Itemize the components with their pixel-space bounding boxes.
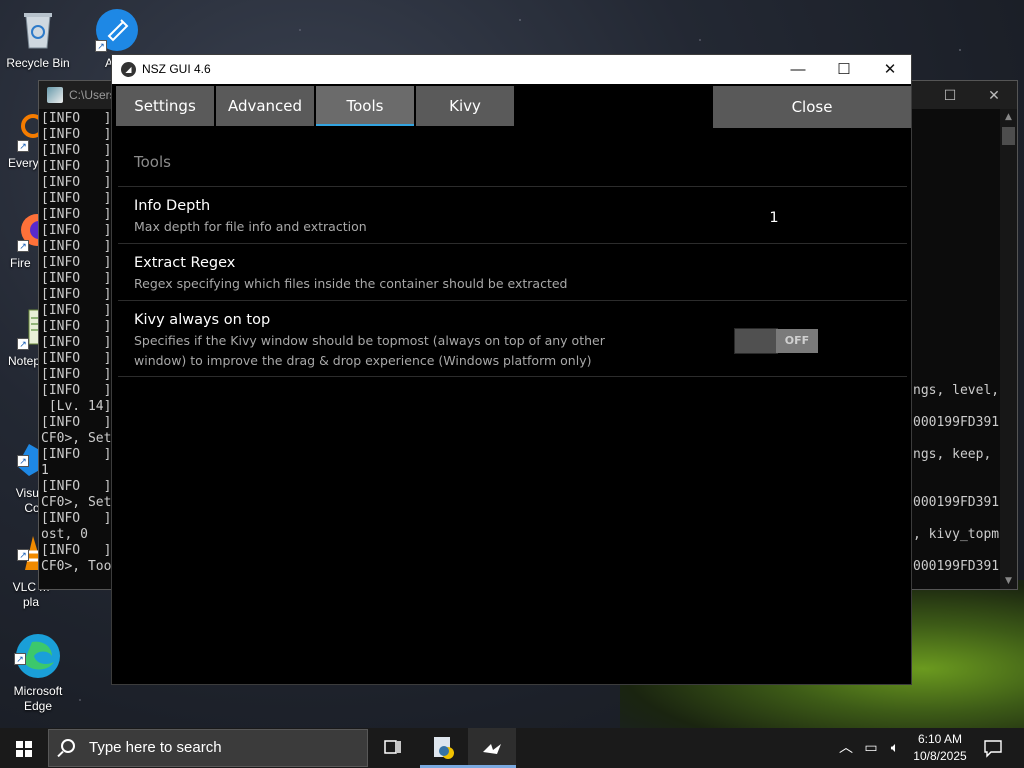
windows-logo-icon bbox=[16, 741, 32, 757]
desktop-icon-recycle-bin[interactable]: Recycle Bin bbox=[3, 8, 73, 71]
kivy-app-icon: ◢ bbox=[121, 62, 136, 77]
task-view-icon bbox=[384, 740, 401, 754]
console-output-right: ngs, level, 000199FD391 ngs, keep, 00019… bbox=[913, 383, 1000, 574]
taskbar: Type here to search ︿ ▭ 🔈︎ 6:10 AM 10/8/… bbox=[0, 728, 1024, 768]
tab-settings[interactable]: Settings bbox=[116, 86, 214, 126]
console-output-left: [INFO ] [INFO ] [INFO ] [INFO ] [INFO ] … bbox=[41, 111, 112, 574]
start-button[interactable] bbox=[0, 728, 48, 768]
taskbar-nsz-gui-app[interactable] bbox=[468, 728, 516, 768]
python-console-icon bbox=[47, 87, 63, 103]
divider bbox=[118, 300, 907, 301]
window-title: NSZ GUI 4.6 bbox=[142, 62, 211, 76]
console-maximize-button[interactable]: ☐ bbox=[927, 81, 973, 109]
nsz-gui-window[interactable]: ◢ NSZ GUI 4.6 — ☐ ✕ Settings Advanced To… bbox=[111, 54, 912, 685]
shortcut-arrow-icon: ↗ bbox=[17, 549, 29, 561]
shortcut-arrow-icon: ↗ bbox=[17, 240, 29, 252]
search-placeholder: Type here to search bbox=[89, 739, 222, 756]
scroll-up-icon[interactable]: ▲ bbox=[1000, 109, 1017, 125]
clock-date: 10/8/2025 bbox=[913, 749, 967, 763]
python-app-icon bbox=[434, 737, 454, 759]
setting-kivy-on-top-desc: Specifies if the Kivy window should be t… bbox=[134, 333, 605, 368]
console-scrollbar[interactable]: ▲ ▼ bbox=[1000, 109, 1017, 589]
desktop-icon-label: Microsoft Edge bbox=[13, 684, 63, 713]
setting-info-depth-title: Info Depth bbox=[134, 198, 211, 214]
show-hidden-icons-button[interactable]: ︿ bbox=[836, 728, 856, 768]
divider bbox=[118, 243, 907, 244]
shortcut-arrow-icon: ↗ bbox=[17, 140, 29, 152]
divider bbox=[118, 186, 907, 187]
taskbar-clock[interactable]: 6:10 AM 10/8/2025 bbox=[908, 731, 972, 765]
taskbar-python-app[interactable] bbox=[420, 728, 468, 768]
shortcut-arrow-icon: ↗ bbox=[17, 338, 29, 350]
task-view-button[interactable] bbox=[368, 728, 416, 768]
desktop-icon-label: Recycle Bin bbox=[6, 56, 70, 70]
console-title: C:\Users bbox=[69, 88, 116, 102]
toggle-state-label: OFF bbox=[776, 329, 818, 353]
close-button[interactable]: Close bbox=[713, 86, 911, 128]
setting-extract-regex-title[interactable]: Extract Regex bbox=[134, 255, 235, 271]
clock-time: 6:10 AM bbox=[917, 732, 963, 746]
taskbar-search-box[interactable]: Type here to search bbox=[48, 729, 368, 767]
tab-kivy[interactable]: Kivy bbox=[416, 86, 514, 126]
desktop-icon-microsoft-edge[interactable]: ↗ Microsoft Edge bbox=[3, 602, 73, 729]
scroll-down-icon[interactable]: ▼ bbox=[1000, 573, 1017, 589]
scroll-thumb[interactable] bbox=[1002, 127, 1015, 145]
close-window-button[interactable]: ✕ bbox=[867, 55, 913, 84]
recycle-bin-icon bbox=[16, 8, 60, 52]
setting-extract-regex-desc: Regex specifying which files inside the … bbox=[134, 276, 568, 291]
console-close-button[interactable]: ✕ bbox=[971, 81, 1017, 109]
maximize-button[interactable]: ☐ bbox=[821, 55, 867, 84]
kivy-app-icon bbox=[483, 744, 501, 754]
minimize-button[interactable]: — bbox=[775, 55, 821, 84]
divider bbox=[118, 376, 907, 377]
shortcut-arrow-icon: ↗ bbox=[17, 455, 29, 467]
volume-icon[interactable]: 🔈︎ bbox=[884, 728, 906, 768]
network-icon[interactable]: ▭ bbox=[860, 728, 882, 768]
action-center-button[interactable] bbox=[978, 728, 1008, 768]
window-titlebar[interactable]: ◢ NSZ GUI 4.6 — ☐ ✕ bbox=[112, 55, 911, 84]
kivy-on-top-toggle[interactable]: OFF bbox=[734, 328, 818, 354]
setting-kivy-on-top-title: Kivy always on top bbox=[134, 312, 271, 328]
info-depth-value[interactable]: 1 bbox=[762, 210, 786, 226]
section-title: Tools bbox=[134, 153, 171, 171]
edge-icon: ↗ bbox=[14, 617, 62, 678]
shortcut-arrow-icon: ↗ bbox=[95, 40, 107, 52]
tab-advanced[interactable]: Advanced bbox=[216, 86, 314, 126]
notification-icon bbox=[984, 740, 1002, 758]
audio-app-icon: ↗ bbox=[95, 8, 139, 52]
search-icon bbox=[61, 739, 75, 753]
setting-info-depth-desc: Max depth for file info and extraction bbox=[134, 219, 367, 234]
shortcut-arrow-icon: ↗ bbox=[14, 653, 26, 665]
tab-tools[interactable]: Tools bbox=[316, 86, 414, 126]
toggle-knob[interactable] bbox=[734, 328, 778, 354]
